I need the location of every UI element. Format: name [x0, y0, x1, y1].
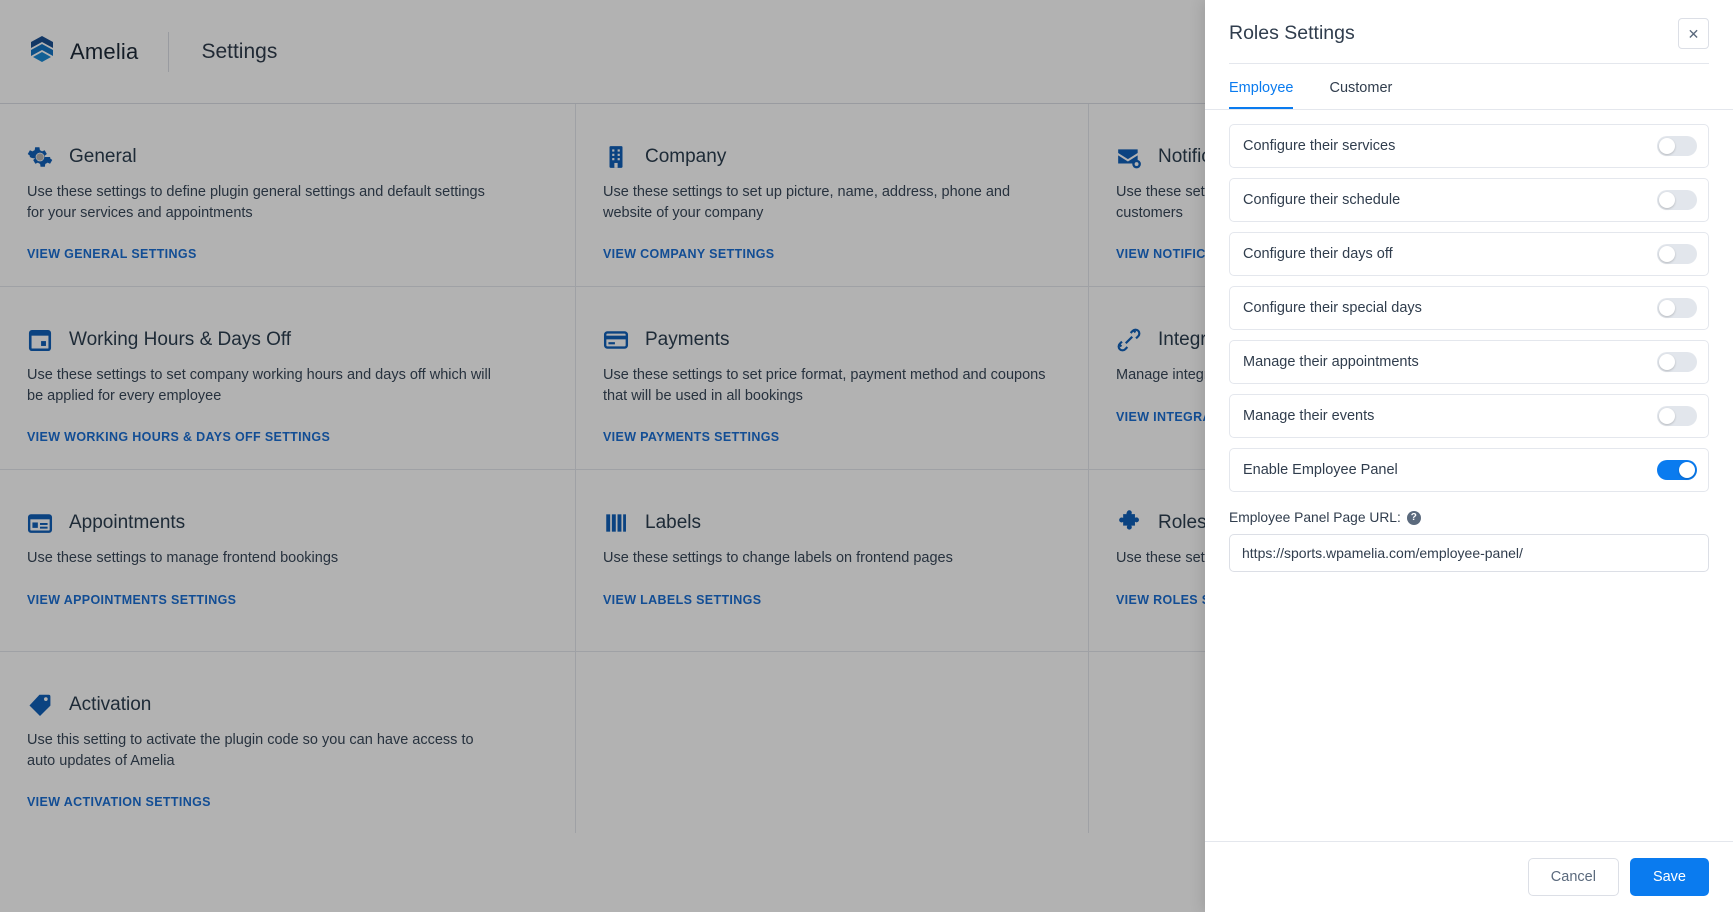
toggle-switch-configure-days-off[interactable] [1657, 244, 1697, 264]
cancel-button[interactable]: Cancel [1528, 858, 1619, 896]
toggle-row-configure-services[interactable]: Configure their services [1229, 124, 1709, 168]
help-icon[interactable]: ? [1407, 511, 1421, 525]
toggle-switch-manage-appointments[interactable] [1657, 352, 1697, 372]
toggle-switch-configure-services[interactable] [1657, 136, 1697, 156]
toggle-label: Enable Employee Panel [1243, 462, 1398, 478]
toggle-knob [1679, 462, 1695, 478]
employee-panel-url-block: Employee Panel Page URL: ? [1229, 510, 1709, 572]
drawer-title: Roles Settings [1229, 22, 1355, 45]
toggle-knob [1659, 408, 1675, 424]
tab-customer[interactable]: Customer [1329, 64, 1392, 109]
toggle-switch-configure-schedule[interactable] [1657, 190, 1697, 210]
tab-employee[interactable]: Employee [1229, 64, 1293, 109]
drawer-footer: Cancel Save [1205, 841, 1733, 912]
toggle-label: Configure their days off [1243, 246, 1393, 262]
toggle-label: Configure their services [1243, 138, 1395, 154]
toggle-row-enable-employee-panel[interactable]: Enable Employee Panel [1229, 448, 1709, 492]
toggle-row-manage-events[interactable]: Manage their events [1229, 394, 1709, 438]
toggle-knob [1659, 192, 1675, 208]
toggle-knob [1659, 138, 1675, 154]
drawer-tabs: Employee Customer [1205, 64, 1733, 110]
toggle-knob [1659, 354, 1675, 370]
toggle-knob [1659, 300, 1675, 316]
toggle-switch-configure-special-days[interactable] [1657, 298, 1697, 318]
field-label-text: Employee Panel Page URL: [1229, 510, 1401, 525]
toggle-row-manage-appointments[interactable]: Manage their appointments [1229, 340, 1709, 384]
toggle-switch-enable-employee-panel[interactable] [1657, 460, 1697, 480]
toggle-row-configure-special-days[interactable]: Configure their special days [1229, 286, 1709, 330]
toggle-row-configure-schedule[interactable]: Configure their schedule [1229, 178, 1709, 222]
close-icon[interactable]: ✕ [1678, 18, 1709, 49]
roles-settings-drawer: Roles Settings ✕ Employee Customer Confi… [1205, 0, 1733, 912]
toggle-label: Manage their events [1243, 408, 1374, 424]
toggle-label: Configure their schedule [1243, 192, 1400, 208]
toggle-row-configure-days-off[interactable]: Configure their days off [1229, 232, 1709, 276]
drawer-header-row: Roles Settings ✕ [1229, 18, 1709, 63]
save-button[interactable]: Save [1630, 858, 1709, 896]
toggle-knob [1659, 246, 1675, 262]
toggle-switch-manage-events[interactable] [1657, 406, 1697, 426]
drawer-header: Roles Settings ✕ [1205, 0, 1733, 64]
employee-panel-url-input[interactable] [1229, 534, 1709, 572]
toggle-label: Configure their special days [1243, 300, 1422, 316]
drawer-body: Configure their services Configure their… [1205, 110, 1733, 841]
toggle-label: Manage their appointments [1243, 354, 1419, 370]
employee-panel-url-label: Employee Panel Page URL: ? [1229, 510, 1709, 525]
